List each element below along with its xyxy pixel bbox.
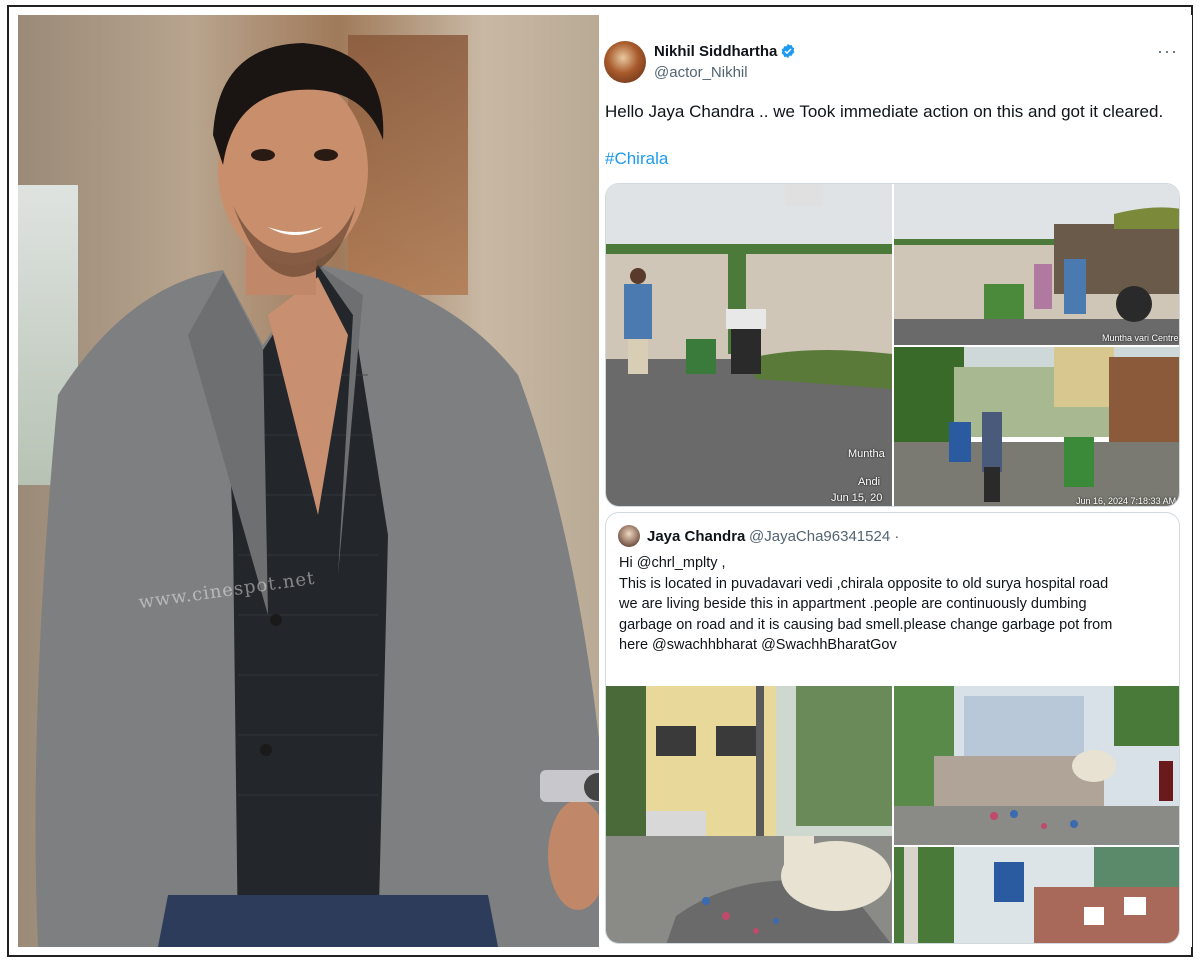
author-name[interactable]: Nikhil Siddhartha [654,43,777,60]
tweet-header: Nikhil Siddhartha @actor_Nikhil ··· [604,39,1184,89]
tweet-text: Hello Jaya Chandra .. we Took immediate … [605,102,1164,121]
quoted-photo-3-scene [894,847,1179,943]
quoted-line: garbage on road and it is causing bad sm… [619,616,1113,633]
photo-2-caption: Muntha vari Centre [1102,333,1179,343]
quoted-photo-2-scene [894,686,1179,845]
tweet-photo-2[interactable]: Muntha vari Centre [894,184,1179,345]
photo-2-scene [894,184,1179,345]
quoted-photo-grid [606,686,1179,943]
verified-badge-icon [782,44,795,58]
quoted-line: Hi @chrl_mplty , [619,555,726,571]
quoted-line: This is located in puvadavari vedi ,chir… [619,575,1109,592]
quoted-tweet-card[interactable]: Jaya Chandra @JayaCha96341524 · Hi @chrl… [605,512,1180,944]
photo-1-caption-1: Muntha [848,448,885,460]
photo-1-caption-2: Andi [858,476,881,488]
quoted-author-handle[interactable]: @JayaCha96341524 · [749,528,899,545]
quoted-photo-3[interactable] [894,847,1179,943]
more-options-icon[interactable]: ··· [1157,41,1178,62]
author-avatar[interactable] [604,41,646,83]
quoted-line: here @swachhbharat @SwachhBharatGov [619,637,897,653]
author-handle[interactable]: @actor_Nikhil [654,64,748,81]
tweet-photo-grid: Muntha Andi Jun 15, 20 Muntha vari Centr… [605,183,1180,507]
quoted-tweet-text: Hi @chrl_mplty , This is located in puva… [619,553,1169,656]
quoted-photo-2[interactable] [894,686,1179,845]
photo-1-caption-3: Jun 15, 20 [831,492,883,504]
actor-portrait-photo: www.cinespot.net [18,15,599,947]
photo-3-caption: Jun 16, 2024 7:18:33 AM [1076,496,1177,506]
tweet-photo-1[interactable]: Muntha Andi Jun 15, 20 [606,184,892,506]
quoted-photo-1[interactable] [606,686,892,943]
tweet-photo-3[interactable]: Jun 16, 2024 7:18:33 AM [894,347,1179,506]
tweet-card: Nikhil Siddhartha @actor_Nikhil ··· Hell… [600,15,1192,947]
quoted-photo-1-scene [606,686,892,943]
quoted-author-avatar[interactable] [618,525,640,547]
photo-3-scene [894,347,1179,506]
hashtag-link[interactable]: #Chirala [605,149,668,169]
author-name-row[interactable]: Nikhil Siddhartha [654,43,796,60]
quoted-line: we are living beside this in appartment … [619,596,1087,612]
person-illustration [35,43,599,947]
quoted-author-name[interactable]: Jaya Chandra [647,528,745,545]
